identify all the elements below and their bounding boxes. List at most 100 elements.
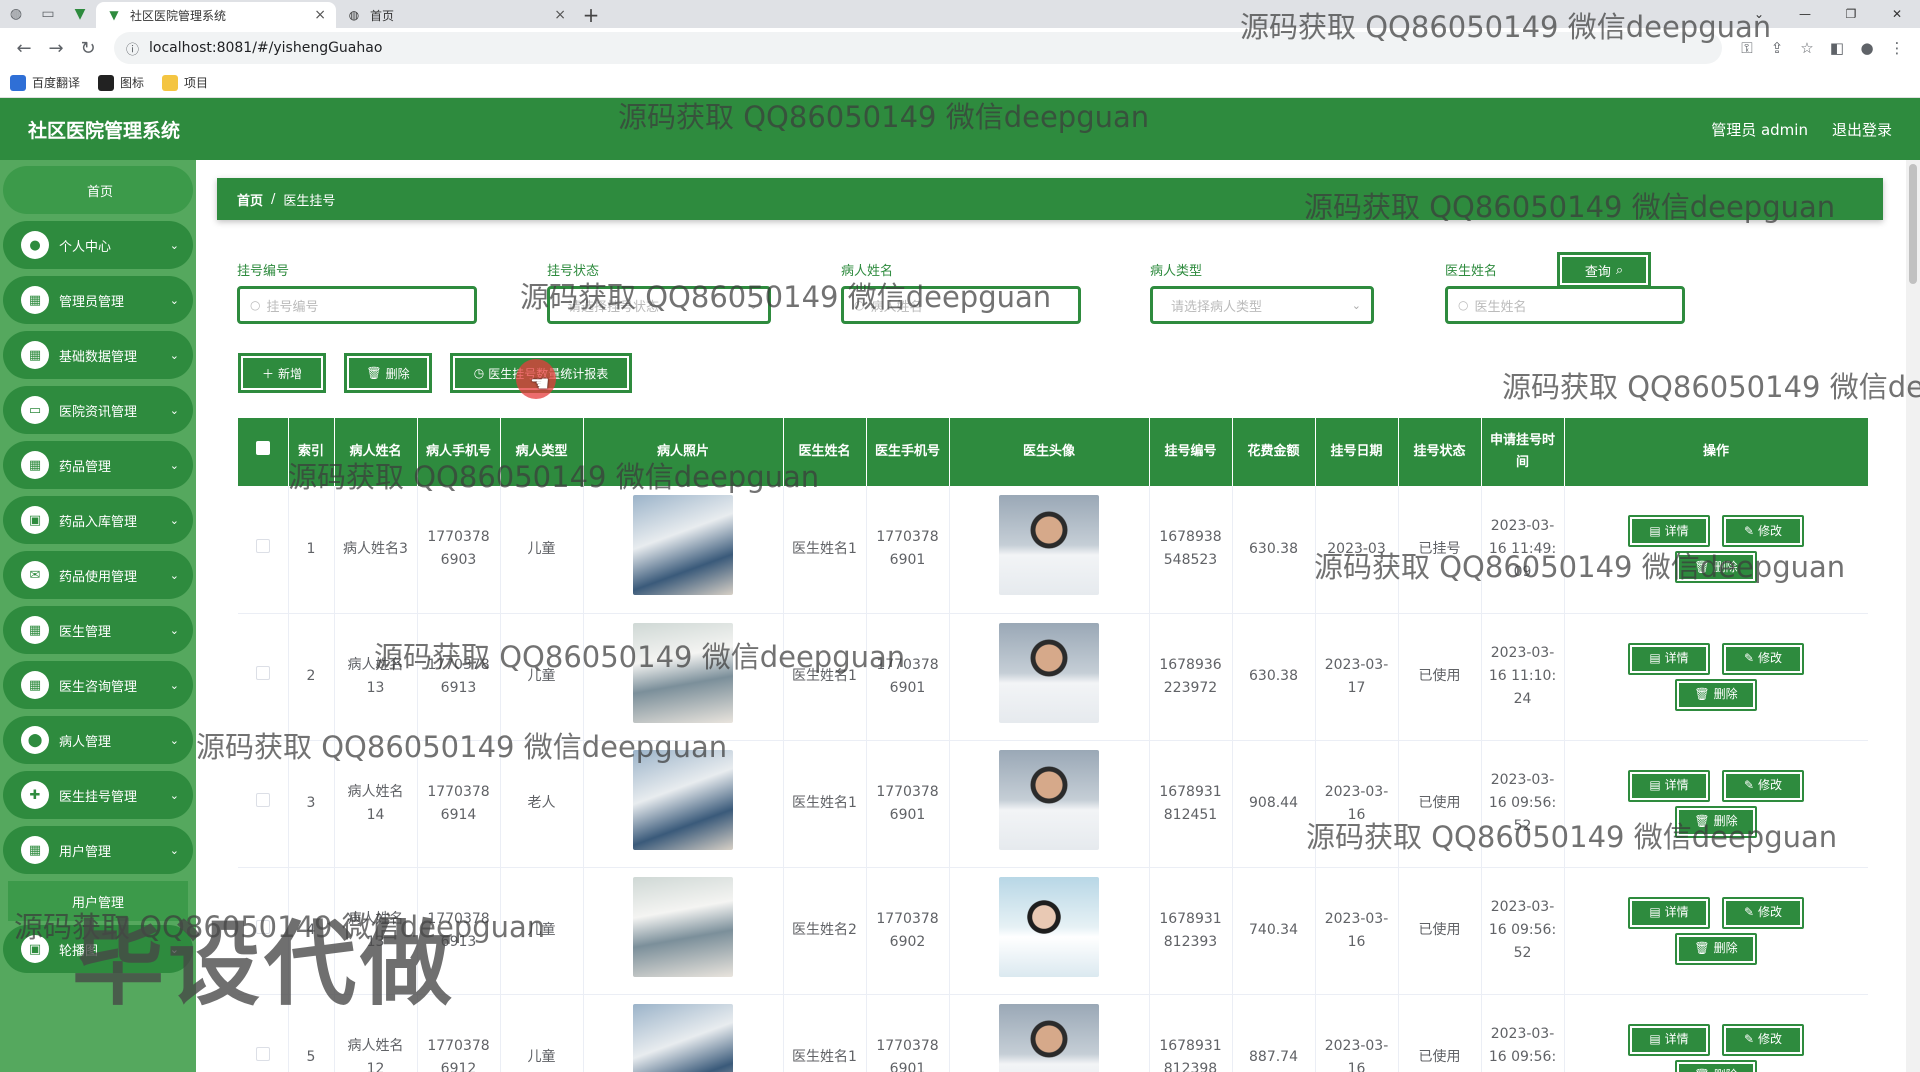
minimize-icon[interactable]: — xyxy=(1782,0,1828,28)
url-text: localhost:8081/#/yishengGuahao xyxy=(149,40,383,56)
sidebar-toggle-icon[interactable]: ◧ xyxy=(1822,33,1852,63)
back-icon[interactable]: ← xyxy=(8,32,40,64)
doctor-avatar[interactable] xyxy=(999,749,1099,850)
row-delete-button[interactable]: 🗑删除 xyxy=(1675,678,1757,711)
new-tab-button[interactable]: + xyxy=(576,2,606,28)
registration-no-input[interactable]: ○ 挂号编号 xyxy=(237,286,477,324)
scrollbar-thumb[interactable] xyxy=(1909,164,1917,284)
edit-button[interactable]: ✎ 修改 xyxy=(1722,896,1804,929)
trash-icon: 🗑 xyxy=(1694,1064,1709,1072)
sidebar-item[interactable]: ▣ 药品入库管理 ⌄ xyxy=(3,496,193,544)
close-window-icon[interactable]: ✕ xyxy=(1874,0,1920,28)
row-delete-button[interactable]: 🗑 删除 xyxy=(1675,1059,1757,1072)
sidebar-item-home[interactable]: 首页 xyxy=(3,166,193,214)
select-all-header[interactable] xyxy=(238,418,289,486)
grid-icon: ▦ xyxy=(21,341,49,369)
bookmark-item[interactable]: 项目 xyxy=(162,74,208,91)
query-button[interactable]: 查询 ⌕ xyxy=(1557,252,1651,288)
pinned-tab-2[interactable]: ▭ xyxy=(32,0,64,28)
row-checkbox[interactable] xyxy=(255,793,270,807)
tab-home[interactable]: ◍ 首页 × xyxy=(336,2,576,28)
apply-time-cell: 2023-03-16 11:10:24 xyxy=(1481,613,1565,741)
patient-photo-cell xyxy=(583,613,784,741)
sidebar-item[interactable]: ✚ 医生挂号管理 ⌄ xyxy=(3,771,193,819)
sidebar-item[interactable]: ▭ 医院资讯管理 ⌄ xyxy=(3,386,193,434)
edit-button[interactable]: ✎ 修改 xyxy=(1722,1023,1804,1056)
doctor-avatar[interactable] xyxy=(999,622,1099,723)
page-scrollbar[interactable] xyxy=(1906,160,1920,1072)
edit-button[interactable]: ✎ 修改 xyxy=(1722,515,1804,548)
sidebar-item[interactable]: ✉ 药品使用管理 ⌄ xyxy=(3,551,193,599)
monitor-icon: ▭ xyxy=(21,396,49,424)
grid-icon: ▦ xyxy=(21,671,49,699)
pinned-tab-3[interactable]: ▼ xyxy=(64,0,96,28)
row-checkbox[interactable] xyxy=(255,1047,270,1061)
doc-icon: ▤ xyxy=(1649,523,1661,538)
status-cell: 已使用 xyxy=(1398,867,1482,995)
detail-button[interactable]: ▤ 详情 xyxy=(1628,642,1710,675)
watermark-text: 源码获取 QQ86050149 微信deepguan xyxy=(196,730,728,764)
chevron-down-icon: ⌄ xyxy=(169,513,179,527)
chevron-down-icon: ⌄ xyxy=(169,348,179,362)
breadcrumb-home[interactable]: 首页 xyxy=(237,190,263,209)
patient-type-select[interactable]: 请选择病人类型 ⌄ xyxy=(1150,286,1374,324)
pencil-icon: ✎ xyxy=(1743,651,1755,665)
bookmark-item[interactable]: 图标 xyxy=(98,74,144,91)
sidebar-item[interactable]: ● 个人中心 ⌄ xyxy=(3,221,193,269)
patient-photo[interactable] xyxy=(633,495,733,596)
doctor-avatar[interactable] xyxy=(999,1003,1099,1072)
grid-icon: ▦ xyxy=(21,451,49,479)
edit-button[interactable]: ✎ 修改 xyxy=(1722,642,1804,675)
add-button[interactable]: ＋ 新增 xyxy=(238,353,326,393)
more-icon[interactable]: ⋮ xyxy=(1882,33,1912,63)
amount-cell: 630.38 xyxy=(1232,613,1316,741)
select-cell[interactable] xyxy=(238,486,289,614)
doctor-avatar[interactable] xyxy=(999,495,1099,596)
profile-icon[interactable]: ● xyxy=(1852,33,1882,63)
row-checkbox[interactable] xyxy=(255,666,270,680)
sidebar-item[interactable]: ▦ 医生管理 ⌄ xyxy=(3,606,193,654)
info-icon[interactable]: ⓘ xyxy=(126,39,139,58)
doctor-name-input[interactable]: ○ 医生姓名 xyxy=(1445,286,1685,324)
sidebar-item[interactable]: ▦ 医生咨询管理 ⌄ xyxy=(3,661,193,709)
doc-icon: ▤ xyxy=(1649,651,1661,665)
reload-icon[interactable]: ↻ xyxy=(72,32,104,64)
sidebar-item[interactable]: ▦ 药品管理 ⌄ xyxy=(3,441,193,489)
delete-label: 删除 xyxy=(1714,1064,1738,1072)
select-cell[interactable] xyxy=(238,613,289,741)
date-cell: 2023-03-17 xyxy=(1315,613,1399,741)
detail-button[interactable]: ▤ 详情 xyxy=(1628,896,1710,929)
detail-button[interactable]: ▤ 详情 xyxy=(1628,769,1710,802)
patient-photo[interactable] xyxy=(633,876,733,977)
operations-cell: ▤详情 ✎修改🗑删除 xyxy=(1564,613,1868,741)
tab-hospital-system[interactable]: ▼ 社区医院管理系统 × xyxy=(96,2,336,28)
edit-button[interactable]: ✎ 修改 xyxy=(1722,769,1804,802)
sidebar-item[interactable]: ⬤ 病人管理 ⌄ xyxy=(3,716,193,764)
patient-photo[interactable] xyxy=(633,1003,733,1072)
row-delete-button[interactable]: 🗑删除 xyxy=(1675,932,1757,965)
detail-button[interactable]: ▤ 详情 xyxy=(1628,1023,1710,1056)
forward-icon[interactable]: → xyxy=(40,32,72,64)
doctor-avatar[interactable] xyxy=(999,876,1099,977)
restore-icon[interactable]: ❐ xyxy=(1828,0,1874,28)
delete-button[interactable]: 🗑 删除 xyxy=(344,353,432,393)
folder-icon xyxy=(162,74,179,91)
detail-button[interactable]: ▤ 详情 xyxy=(1628,515,1710,548)
image-icon xyxy=(98,74,115,91)
registration-no-cell: 1678931812393 xyxy=(1149,867,1233,995)
pinned-tab-1[interactable]: ◍ xyxy=(0,0,32,28)
column-header: 挂号日期 xyxy=(1315,418,1399,486)
index-cell: 2 xyxy=(288,613,335,741)
bookmark-item[interactable]: 百度翻译 xyxy=(10,74,80,91)
patient-photo-cell xyxy=(583,867,784,995)
sidebar-item[interactable]: ▦ 管理员管理 ⌄ xyxy=(3,276,193,324)
select-all-checkbox[interactable] xyxy=(255,441,270,455)
star-icon[interactable]: ☆ xyxy=(1792,33,1822,63)
globe-icon: ◍ xyxy=(348,8,360,22)
sidebar-item[interactable]: ▦ 用户管理 ⌄ xyxy=(3,826,193,874)
close-icon[interactable]: × xyxy=(554,7,566,23)
sidebar-item[interactable]: ▦ 基础数据管理 ⌄ xyxy=(3,331,193,379)
logout-link[interactable]: 退出登录 xyxy=(1832,119,1892,140)
row-checkbox[interactable] xyxy=(255,538,270,553)
close-icon[interactable]: × xyxy=(314,7,326,23)
